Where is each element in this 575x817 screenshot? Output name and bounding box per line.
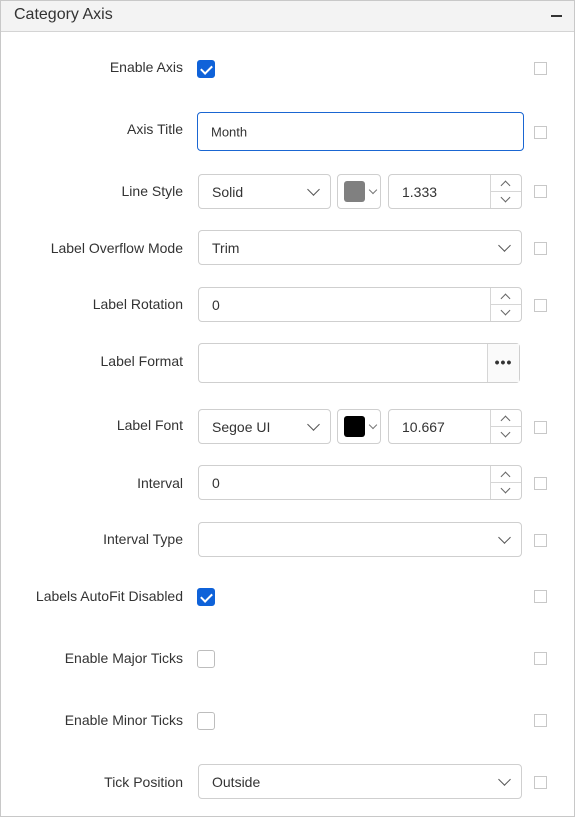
label-overflow-mode-side-checkbox[interactable] — [534, 242, 547, 255]
category-axis-panel: Category Axis Enable Axis Axis Title Mon… — [0, 0, 575, 817]
spin-buttons — [490, 288, 521, 321]
chevron-up-icon — [500, 293, 511, 304]
increment-button[interactable] — [491, 410, 521, 427]
interval-label: Interval — [137, 475, 183, 491]
line-style-dropdown[interactable]: Solid — [198, 174, 331, 209]
label-format-input[interactable]: ••• — [198, 343, 520, 383]
label-font-size-stepper[interactable]: 10.667 — [388, 409, 522, 444]
interval-type-label: Interval Type — [103, 531, 183, 547]
chevron-down-icon — [307, 183, 320, 196]
label-format-label: Label Format — [100, 353, 183, 369]
labels-autofit-disabled-checkbox[interactable] — [197, 588, 215, 606]
chevron-down-icon — [500, 192, 511, 202]
enable-minor-ticks-checkbox[interactable] — [197, 712, 215, 730]
more-options-button[interactable]: ••• — [487, 344, 519, 382]
label-rotation-side-checkbox[interactable] — [534, 299, 547, 312]
chevron-down-icon — [498, 239, 511, 252]
spin-buttons — [490, 410, 521, 443]
chevron-down-icon — [368, 185, 378, 195]
spin-buttons — [490, 175, 521, 208]
chevron-up-icon — [500, 180, 511, 191]
panel-title: Category Axis — [14, 6, 113, 23]
decrement-button[interactable] — [491, 192, 521, 209]
axis-title-label: Axis Title — [126, 121, 183, 137]
enable-axis-side-checkbox[interactable] — [534, 62, 547, 75]
tick-position-side-checkbox[interactable] — [534, 776, 547, 789]
label-font-size-value: 10.667 — [402, 418, 445, 435]
interval-type-side-checkbox[interactable] — [534, 534, 547, 547]
interval-type-dropdown[interactable] — [198, 522, 522, 557]
label-rotation-value: 0 — [212, 296, 220, 313]
enable-minor-ticks-side-checkbox[interactable] — [534, 714, 547, 727]
line-color-swatch — [344, 181, 365, 202]
axis-title-value: Month — [211, 124, 248, 139]
labels-autofit-disabled-side-checkbox[interactable] — [534, 590, 547, 603]
increment-button[interactable] — [491, 466, 521, 483]
enable-axis-label: Enable Axis — [109, 59, 183, 75]
label-font-color-picker[interactable] — [337, 409, 381, 444]
enable-major-ticks-label: Enable Major Ticks — [64, 650, 183, 666]
enable-major-ticks-checkbox[interactable] — [197, 650, 215, 668]
chevron-down-icon — [500, 483, 511, 493]
chevron-down-icon — [500, 305, 511, 315]
decrement-button[interactable] — [491, 305, 521, 322]
decrement-button[interactable] — [491, 483, 521, 500]
chevron-down-icon — [307, 418, 320, 431]
chevron-down-icon — [498, 531, 511, 544]
label-overflow-mode-dropdown[interactable]: Trim — [198, 230, 522, 265]
label-font-label: Label Font — [116, 417, 183, 433]
chevron-down-icon — [500, 427, 511, 437]
chevron-up-icon — [500, 415, 511, 426]
enable-minor-ticks-label: Enable Minor Ticks — [64, 712, 183, 728]
line-color-picker[interactable] — [337, 174, 381, 209]
label-font-dropdown[interactable]: Segoe UI — [198, 409, 331, 444]
label-rotation-stepper[interactable]: 0 — [198, 287, 522, 322]
label-overflow-mode-value: Trim — [212, 239, 240, 256]
interval-value: 0 — [212, 474, 220, 491]
line-style-side-checkbox[interactable] — [534, 185, 547, 198]
tick-position-label: Tick Position — [104, 774, 183, 790]
interval-side-checkbox[interactable] — [534, 477, 547, 490]
spin-buttons — [490, 466, 521, 499]
enable-major-ticks-side-checkbox[interactable] — [534, 652, 547, 665]
line-style-value: Solid — [212, 183, 244, 200]
chevron-down-icon — [498, 773, 511, 786]
label-font-side-checkbox[interactable] — [534, 421, 547, 434]
label-font-value: Segoe UI — [212, 418, 271, 435]
label-rotation-label: Label Rotation — [92, 296, 183, 312]
axis-title-side-checkbox[interactable] — [534, 126, 547, 139]
interval-stepper[interactable]: 0 — [198, 465, 522, 500]
font-color-swatch — [344, 416, 365, 437]
tick-position-dropdown[interactable]: Outside — [198, 764, 522, 799]
labels-autofit-disabled-label: Labels AutoFit Disabled — [35, 588, 183, 604]
label-overflow-mode-label: Label Overflow Mode — [50, 240, 183, 256]
panel-header[interactable]: Category Axis — [1, 1, 574, 32]
increment-button[interactable] — [491, 175, 521, 192]
decrement-button[interactable] — [491, 427, 521, 444]
enable-axis-checkbox[interactable] — [197, 60, 215, 78]
minus-icon[interactable] — [548, 7, 566, 25]
axis-title-input[interactable]: Month — [197, 112, 524, 151]
line-width-stepper[interactable]: 1.333 — [388, 174, 522, 209]
line-style-label: Line Style — [121, 183, 183, 199]
tick-position-value: Outside — [212, 773, 261, 790]
line-width-value: 1.333 — [402, 183, 438, 200]
increment-button[interactable] — [491, 288, 521, 305]
chevron-up-icon — [500, 471, 511, 482]
chevron-down-icon — [368, 420, 378, 430]
